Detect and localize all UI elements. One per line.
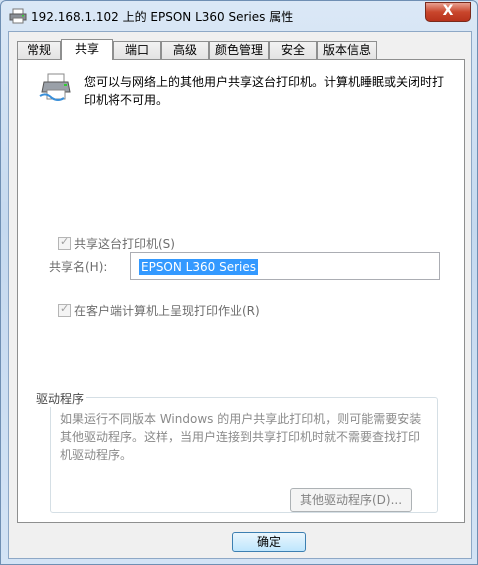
title-bar[interactable]: 192.168.1.102 上的 EPSON L360 Series 属性 X	[1, 1, 477, 31]
sharing-intro-text: 您可以与网络上的其他用户共享这台打印机。计算机睡眠或关闭时打印机将不可用。	[84, 75, 445, 107]
share-name-input[interactable]: EPSON L360 Series	[130, 252, 440, 280]
properties-window: 192.168.1.102 上的 EPSON L360 Series 属性 X …	[0, 0, 478, 565]
tab-strip: 常规 共享 端口 高级 颜色管理 安全 版本信息	[17, 39, 457, 60]
tab-sharing[interactable]: 共享	[61, 39, 113, 60]
dialog-client-area: 常规 共享 端口 高级 颜色管理 安全 版本信息 您可以与网络上的其他用户共享这…	[8, 31, 472, 559]
window-title: 192.168.1.102 上的 EPSON L360 Series 属性	[31, 10, 294, 24]
printer-icon	[9, 8, 27, 24]
tab-general[interactable]: 常规	[17, 41, 61, 59]
tab-ports[interactable]: 端口	[113, 41, 161, 59]
tab-security[interactable]: 安全	[269, 41, 317, 59]
close-button[interactable]: X	[425, 2, 471, 22]
tab-advanced[interactable]: 高级	[161, 41, 209, 59]
tab-version-info[interactable]: 版本信息	[317, 41, 377, 59]
render-jobs-label: 在客户端计算机上呈现打印作业(R)	[74, 304, 260, 318]
share-printer-label: 共享这台打印机(S)	[74, 237, 175, 251]
share-printer-checkbox[interactable]	[58, 235, 71, 250]
render-jobs-checkbox-row[interactable]: 在客户端计算机上呈现打印作业(R)	[58, 302, 260, 319]
sharing-panel: 您可以与网络上的其他用户共享这台打印机。计算机睡眠或关闭时打印机将不可用。 共享…	[17, 59, 465, 523]
share-printer-checkbox-row[interactable]: 共享这台打印机(S)	[58, 235, 175, 252]
ok-button[interactable]: 确定	[232, 532, 306, 552]
render-jobs-checkbox[interactable]	[58, 302, 71, 317]
tab-color-management[interactable]: 颜色管理	[209, 41, 269, 59]
close-icon: X	[442, 3, 454, 19]
shared-printer-icon	[39, 73, 71, 101]
drivers-group-title: 驱动程序	[34, 390, 87, 407]
share-name-label: 共享名(H):	[49, 260, 108, 274]
additional-drivers-button[interactable]: 其他驱动程序(D)...	[290, 488, 412, 512]
share-name-value: EPSON L360 Series	[139, 259, 258, 275]
drivers-description: 如果运行不同版本 Windows 的用户共享此打印机，则可能需要安装其他驱动程序…	[60, 412, 422, 462]
